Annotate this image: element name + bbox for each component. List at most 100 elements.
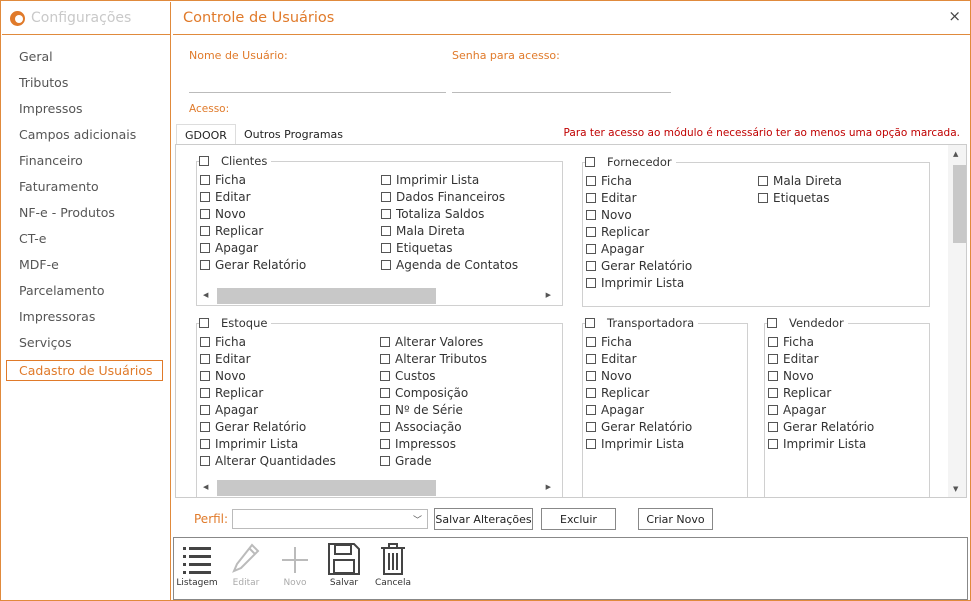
checkbox[interactable] [586,209,596,220]
checkbox-item[interactable]: Replicar [768,384,831,401]
checkbox[interactable] [586,226,596,237]
save-button[interactable]: Salvar [322,542,366,588]
scroll-up-icon[interactable]: ▲ [953,150,958,158]
checkbox[interactable] [768,370,778,381]
checkbox-item[interactable]: Novo [200,367,246,384]
checkbox[interactable] [200,336,210,347]
scrollbar-thumb[interactable] [953,165,966,243]
checkbox-item[interactable]: Apagar [586,240,644,257]
vertical-scrollbar[interactable]: ▲ ▼ [948,145,966,497]
checkbox[interactable] [586,438,596,449]
checkbox[interactable] [768,387,778,398]
checkbox-item[interactable]: Imprimir Lista [381,171,479,188]
checkbox[interactable] [380,353,390,364]
sidebar-item[interactable]: Financeiro [2,152,170,178]
list-button[interactable]: Listagem [175,542,219,588]
group-header[interactable]: Clientes [199,154,272,168]
checkbox-item[interactable]: Custos [380,367,436,384]
checkbox[interactable] [758,192,768,203]
group-header[interactable]: Estoque [199,316,272,330]
checkbox[interactable] [586,387,596,398]
checkbox[interactable] [200,404,210,415]
checkbox-item[interactable]: Gerar Relatório [200,256,306,273]
checkbox-item[interactable]: Alterar Tributos [380,350,487,367]
checkbox[interactable] [200,259,210,270]
checkbox[interactable] [200,191,210,202]
scrollbar-thumb[interactable] [217,288,436,304]
sidebar-item[interactable]: CT-e [2,230,170,256]
checkbox-item[interactable]: Replicar [586,223,649,240]
checkbox-item[interactable]: Replicar [200,384,263,401]
checkbox[interactable] [200,421,210,432]
chevron-down-icon[interactable]: ﹀ [413,513,422,526]
group-header[interactable]: Vendedor [767,316,848,330]
sidebar-item[interactable]: MDF-e [2,256,170,282]
checkbox-item[interactable]: Gerar Relatório [200,418,306,435]
checkbox[interactable] [380,404,390,415]
checkbox[interactable] [768,438,778,449]
scroll-left-icon[interactable]: ◀ [203,291,208,299]
sidebar-item[interactable]: NF-e - Produtos [2,204,170,230]
scrollbar-thumb[interactable] [217,480,436,496]
sidebar-item[interactable]: Campos adicionais [2,126,170,152]
checkbox-item[interactable]: Etiquetas [758,189,830,206]
checkbox-item[interactable]: Ficha [586,333,632,350]
checkbox-item[interactable]: Associação [380,418,462,435]
checkbox[interactable] [767,318,777,328]
checkbox[interactable] [381,174,391,185]
group-header[interactable]: Fornecedor [585,155,676,169]
checkbox-item[interactable]: Apagar [200,401,258,418]
checkbox[interactable] [380,455,390,466]
horizontal-scrollbar[interactable]: ◀ ▶ [200,288,557,304]
checkbox-item[interactable]: Composição [380,384,468,401]
checkbox[interactable] [199,156,209,166]
checkbox[interactable] [380,336,390,347]
sidebar-item[interactable]: Geral [2,48,170,74]
sidebar-item[interactable]: Cadastro de Usuários [2,360,170,386]
sidebar-item[interactable]: Impressoras [2,308,170,334]
checkbox-item[interactable]: Ficha [200,333,246,350]
checkbox-item[interactable]: Editar [586,189,637,206]
checkbox-item[interactable]: Replicar [586,384,649,401]
sidebar-item[interactable]: Faturamento [2,178,170,204]
tab-gdoor[interactable]: GDOOR [176,124,236,145]
checkbox[interactable] [768,353,778,364]
checkbox-item[interactable]: Novo [768,367,814,384]
checkbox-item[interactable]: Imprimir Lista [768,435,866,452]
checkbox[interactable] [381,259,391,270]
checkbox[interactable] [768,421,778,432]
checkbox-item[interactable]: Novo [586,367,632,384]
checkbox-item[interactable]: Alterar Quantidades [200,452,336,469]
cancel-button[interactable]: Cancela [371,542,415,588]
perfil-select[interactable]: ﹀ [232,509,428,529]
checkbox[interactable] [768,336,778,347]
checkbox-item[interactable]: Editar [586,350,637,367]
checkbox-item[interactable]: Imprimir Lista [200,435,298,452]
checkbox-item[interactable]: Editar [768,350,819,367]
horizontal-scrollbar[interactable]: ◀ ▶ [200,480,557,496]
sidebar-item[interactable]: Impressos [2,100,170,126]
checkbox[interactable] [380,387,390,398]
username-field[interactable] [189,92,446,93]
checkbox[interactable] [586,175,596,186]
sidebar-item[interactable]: Serviços [2,334,170,360]
checkbox[interactable] [758,175,768,186]
checkbox-item[interactable]: Ficha [768,333,814,350]
checkbox-item[interactable]: Gerar Relatório [586,418,692,435]
checkbox[interactable] [585,318,595,328]
checkbox-item[interactable]: Imprimir Lista [586,274,684,291]
checkbox[interactable] [768,404,778,415]
checkbox[interactable] [586,421,596,432]
checkbox[interactable] [200,225,210,236]
checkbox-item[interactable]: Mala Direta [381,222,465,239]
checkbox[interactable] [381,242,391,253]
checkbox-item[interactable]: Apagar [200,239,258,256]
checkbox[interactable] [380,438,390,449]
checkbox-item[interactable]: Nº de Série [380,401,463,418]
sidebar-item[interactable]: Parcelamento [2,282,170,308]
sidebar-item[interactable]: Tributos [2,74,170,100]
scroll-right-icon[interactable]: ▶ [546,291,551,299]
checkbox-item[interactable]: Alterar Valores [380,333,483,350]
group-header[interactable]: Transportadora [585,316,699,330]
checkbox-item[interactable]: Novo [200,205,246,222]
